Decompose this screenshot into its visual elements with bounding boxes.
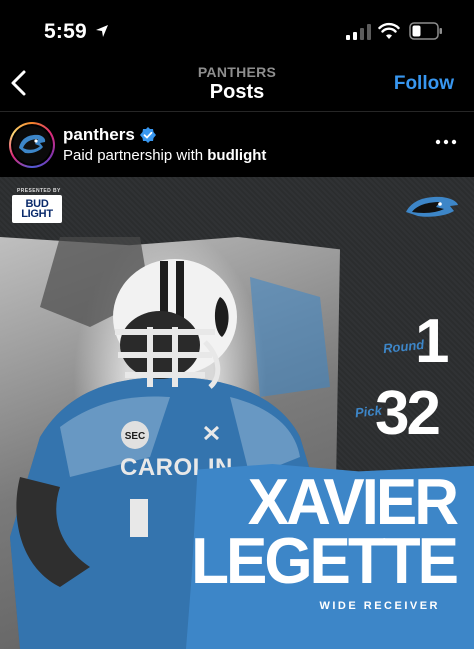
status-bar: 5:59 (0, 0, 474, 62)
cellular-signal-icon (346, 24, 371, 40)
presented-by-label: PRESENTED BY (17, 188, 61, 194)
panther-logo-icon (19, 134, 46, 154)
player-position: WIDE RECEIVER (319, 600, 440, 612)
top-nav: PANTHERS Posts Follow (0, 62, 474, 112)
follow-button[interactable]: Follow (394, 73, 454, 95)
partnership-line: Paid partnership with budlight (63, 147, 266, 164)
panthers-logo-icon (406, 196, 458, 217)
player-last-name: LEGETTE (191, 525, 459, 598)
header-divider (0, 111, 474, 112)
more-options-icon[interactable] (434, 136, 458, 148)
post-username[interactable]: panthers (63, 125, 135, 145)
avatar[interactable] (9, 122, 55, 168)
post-image[interactable]: PRESENTED BY BUD LIGHT SEC CAROLIN Round… (0, 177, 474, 649)
status-time: 5:59 (44, 20, 87, 43)
battery-icon (409, 22, 442, 40)
round-number: 1 (415, 307, 450, 376)
location-arrow-icon (96, 25, 108, 37)
sec-badge-text: SEC (125, 431, 146, 442)
partnership-prefix: Paid partnership with (63, 147, 208, 164)
wifi-icon (378, 22, 400, 39)
pick-number: 32 (375, 379, 441, 448)
bud-light-logo: BUD LIGHT (12, 195, 62, 223)
verified-badge-icon (140, 127, 156, 143)
partner-link[interactable]: budlight (207, 147, 266, 164)
